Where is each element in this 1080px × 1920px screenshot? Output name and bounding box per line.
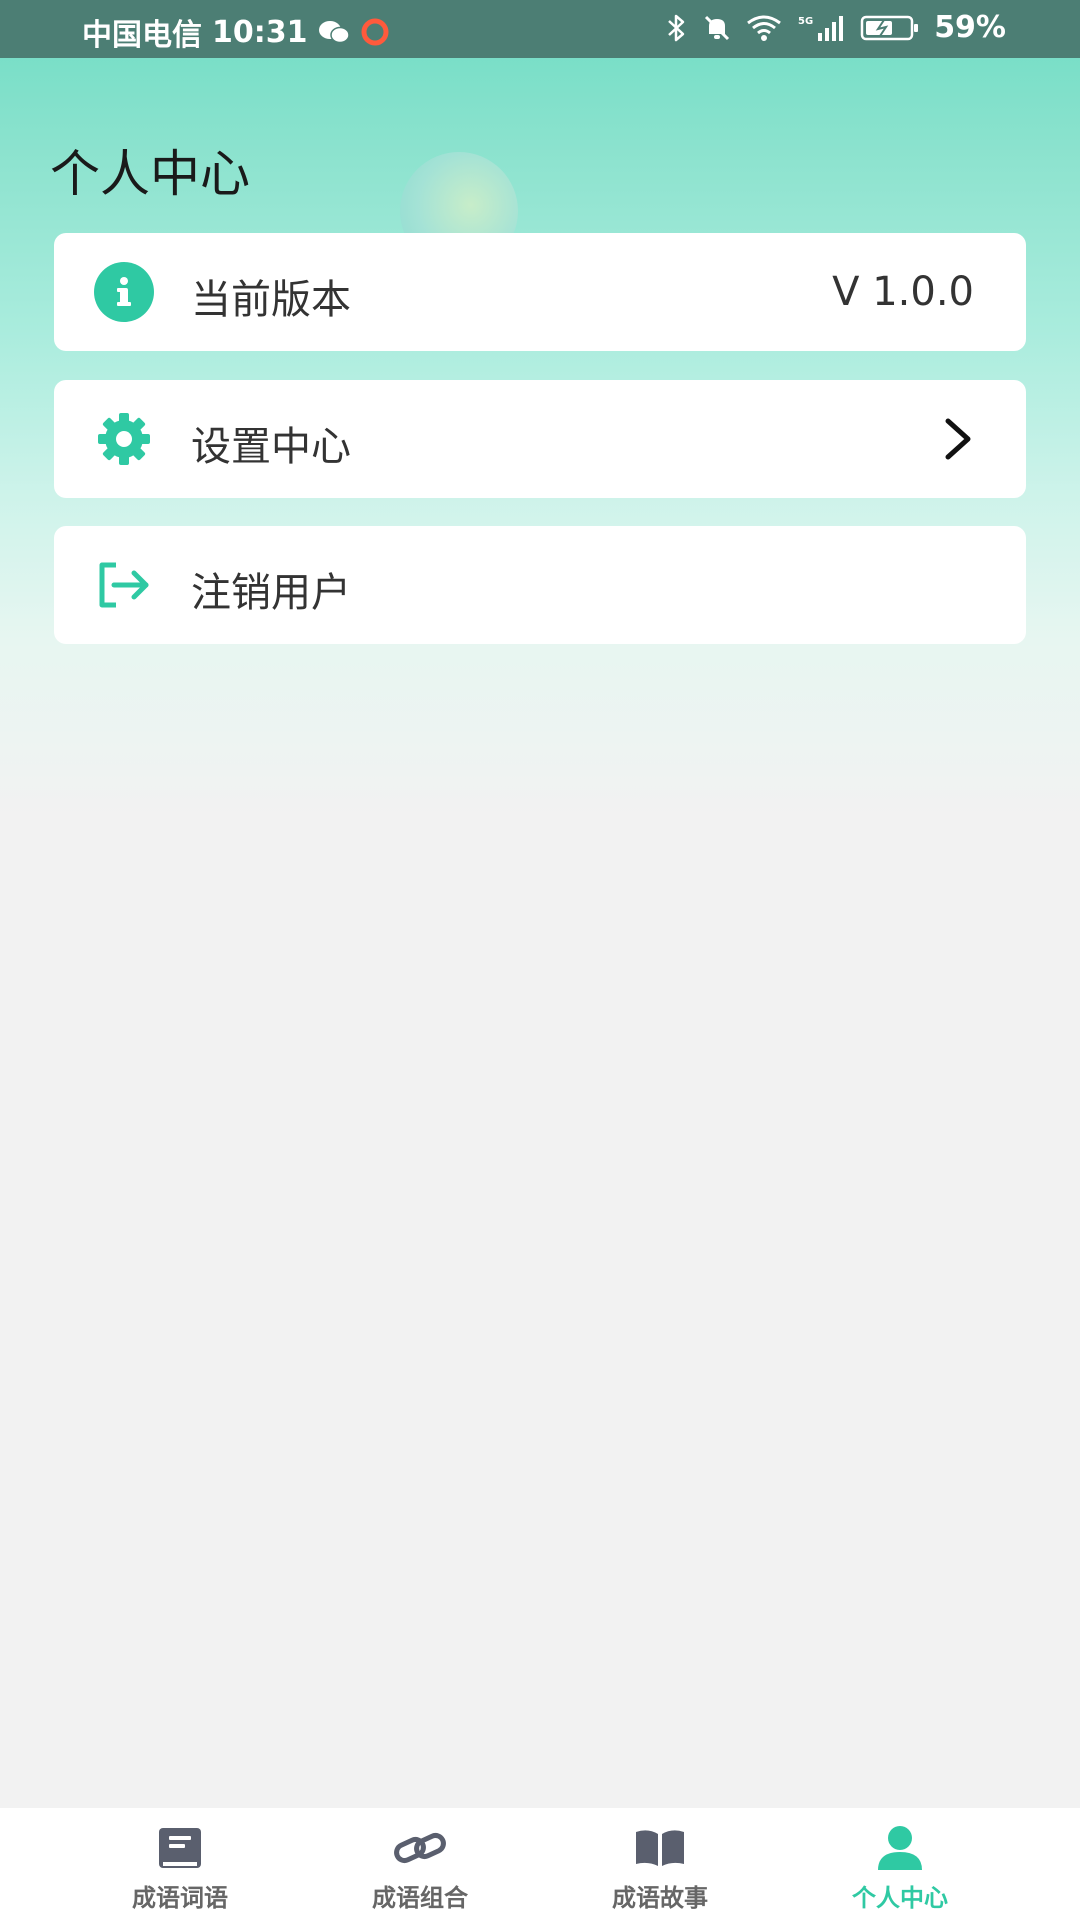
nav-personal-center[interactable]: 个人中心 [780, 1808, 1020, 1920]
svg-text:5G: 5G [798, 16, 813, 27]
status-bar: 中国电信 10:31 5G 59% [0, 0, 1080, 58]
nav-idiom-stories[interactable]: 成语故事 [540, 1808, 780, 1920]
battery-percent: 59% [934, 10, 1006, 45]
bottom-navigation: 成语词语 成语组合 成语故事 个人中心 [0, 1808, 1080, 1920]
logout-card[interactable]: 注销用户 [54, 526, 1026, 644]
status-time: 10:31 [212, 14, 308, 50]
logout-icon [94, 555, 154, 615]
nav-idiom-combo[interactable]: 成语组合 [300, 1808, 540, 1920]
version-label: 当前版本 [191, 277, 351, 323]
nav-label: 成语组合 [372, 1884, 468, 1912]
carrier-name: 中国电信 [82, 18, 202, 53]
nav-idiom-words[interactable]: 成语词语 [60, 1808, 300, 1920]
mute-bell-icon [702, 13, 732, 43]
signal-5g-icon: 5G [796, 13, 846, 43]
gear-icon [94, 409, 154, 469]
chevron-right-icon [938, 416, 978, 462]
nav-label: 个人中心 [852, 1884, 948, 1912]
logout-label: 注销用户 [191, 570, 351, 616]
notification-ring-icon [360, 17, 390, 47]
nav-label: 成语故事 [612, 1884, 708, 1912]
battery-icon [860, 14, 920, 42]
info-icon [94, 262, 154, 322]
settings-card[interactable]: 设置中心 [54, 380, 1026, 498]
open-book-icon [630, 1824, 690, 1874]
version-value: V 1.0.0 [832, 269, 974, 315]
status-right: 5G 59% [666, 10, 1006, 45]
book-icon [150, 1824, 210, 1874]
wechat-icon [318, 19, 350, 45]
wifi-icon [746, 14, 782, 42]
status-left: 中国电信 10:31 [82, 10, 390, 54]
bluetooth-icon [666, 12, 688, 44]
person-icon [870, 1824, 930, 1874]
page-title: 个人中心 [50, 145, 250, 203]
version-card: 当前版本 V 1.0.0 [54, 233, 1026, 351]
link-icon [390, 1824, 450, 1874]
settings-label: 设置中心 [191, 424, 351, 470]
nav-label: 成语词语 [132, 1884, 228, 1912]
